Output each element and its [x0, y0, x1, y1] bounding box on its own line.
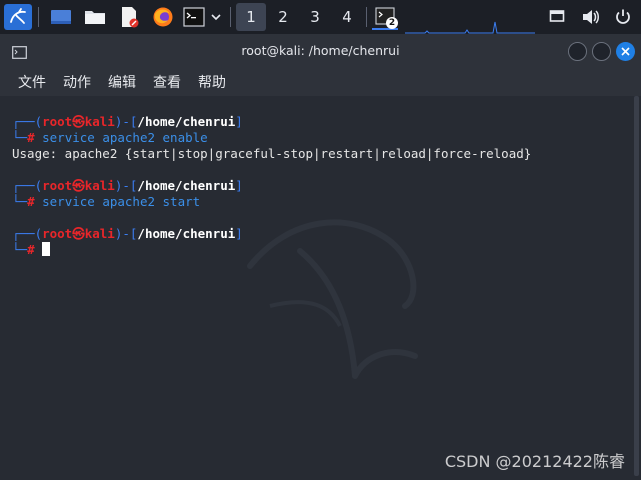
command-output: Usage: apache2 {start|stop|graceful-stop… — [12, 146, 532, 161]
window-title: root@kali: /home/chenrui — [241, 43, 400, 58]
menu-bar: 文件 动作 编辑 查看 帮助 — [0, 68, 641, 96]
prompt-symbol: # — [27, 130, 35, 145]
command-text: service apache2 start — [42, 194, 201, 209]
power-icon[interactable] — [610, 4, 636, 30]
cpu-graph — [405, 21, 535, 34]
menu-view[interactable]: 查看 — [153, 72, 181, 92]
file-manager-icon[interactable] — [82, 4, 108, 30]
command-line: └─# — [12, 242, 51, 258]
prompt-user: root — [42, 226, 73, 241]
kali-dragon-background — [247, 219, 418, 379]
window-titlebar[interactable]: root@kali: /home/chenrui — [0, 34, 641, 68]
command-line: └─# service apache2 start — [12, 194, 201, 209]
prompt-path: /home/chenrui — [137, 226, 236, 241]
workspace-2[interactable]: 2 — [268, 3, 298, 31]
workspace-4[interactable]: 4 — [332, 3, 362, 31]
maximize-button[interactable] — [592, 42, 611, 61]
terminal-scrollbar[interactable] — [634, 96, 639, 476]
csdn-watermark: CSDN @20212422陈睿 — [444, 452, 625, 471]
prompt-host: kali — [84, 114, 115, 129]
prompt-at: ㉿ — [72, 178, 85, 193]
display-icon[interactable] — [544, 4, 570, 30]
prompt-line: ┌──(root㉿kali)-[/home/chenrui] — [12, 178, 243, 193]
command-text: service apache2 enable — [42, 130, 208, 145]
prompt-path: /home/chenrui — [137, 114, 236, 129]
menu-file[interactable]: 文件 — [18, 72, 46, 92]
workspace-3[interactable]: 3 — [300, 3, 330, 31]
chevron-down-icon[interactable] — [208, 4, 224, 30]
prompt-at: ㉿ — [72, 226, 85, 241]
menu-edit[interactable]: 编辑 — [108, 72, 136, 92]
prompt-user: root — [42, 114, 73, 129]
menu-action[interactable]: 动作 — [63, 72, 91, 92]
taskbar: 1 2 3 4 2 — [0, 0, 641, 34]
terminal-output[interactable]: ┌──(root㉿kali)-[/home/chenrui] └─# servi… — [0, 96, 633, 480]
panel-separator — [366, 7, 367, 27]
prompt-path: /home/chenrui — [137, 178, 236, 193]
command-line: └─# service apache2 enable — [12, 130, 208, 145]
menu-help[interactable]: 帮助 — [198, 72, 226, 92]
prompt-symbol: # — [27, 194, 35, 209]
firefox-icon[interactable] — [150, 4, 176, 30]
terminal-window: root@kali: /home/chenrui 文件 动作 编辑 查看 帮助 … — [0, 34, 641, 480]
prompt-line: ┌──(root㉿kali)-[/home/chenrui] — [12, 226, 243, 241]
prompt-host: kali — [84, 226, 115, 241]
show-desktop-icon[interactable] — [48, 4, 74, 30]
terminal-count-badge: 2 — [386, 17, 398, 29]
panel-separator — [38, 7, 39, 27]
panel-separator — [230, 7, 231, 27]
prompt-symbol: # — [27, 242, 35, 257]
prompt-user: root — [42, 178, 73, 193]
workspace-1[interactable]: 1 — [236, 3, 266, 31]
close-button[interactable] — [616, 42, 635, 61]
prompt-line: ┌──(root㉿kali)-[/home/chenrui] — [12, 114, 243, 129]
terminal-icon[interactable] — [182, 4, 206, 30]
terminal-cursor — [42, 242, 51, 256]
kali-menu-icon[interactable] — [4, 4, 32, 30]
minimize-button[interactable] — [568, 42, 587, 61]
volume-icon[interactable] — [578, 4, 604, 30]
close-icon — [621, 47, 630, 56]
text-editor-icon[interactable] — [116, 4, 142, 30]
prompt-host: kali — [84, 178, 115, 193]
prompt-at: ㉿ — [72, 114, 85, 129]
